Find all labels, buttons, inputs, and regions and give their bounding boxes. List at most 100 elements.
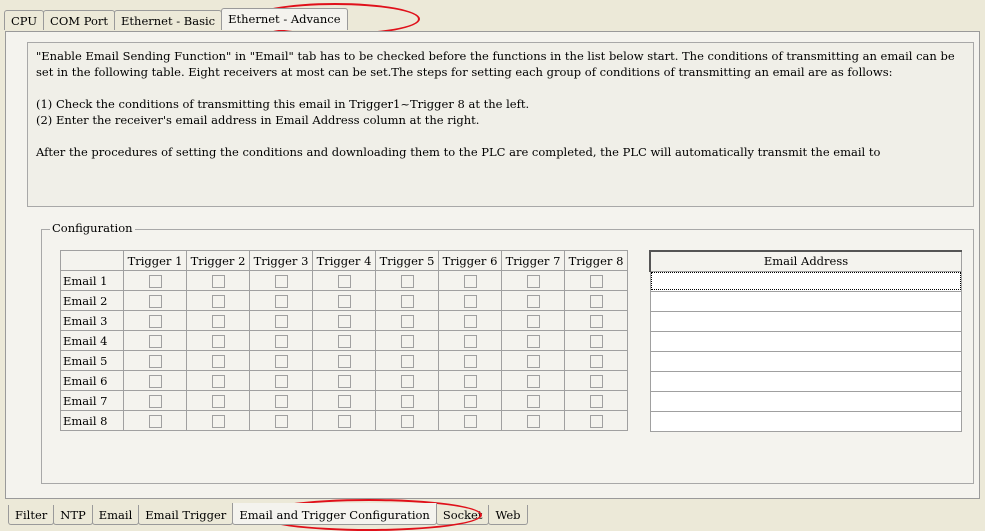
trigger-checkbox[interactable] [589,314,603,328]
trigger-checkbox[interactable] [211,274,225,288]
trigger-checkbox[interactable] [526,414,540,428]
trigger-checkbox[interactable] [211,394,225,408]
trigger-checkbox[interactable] [400,314,414,328]
trigger-checkbox[interactable] [211,294,225,308]
trigger-header: Trigger 2 [186,250,250,271]
trigger-checkbox[interactable] [589,414,603,428]
trigger-checkbox[interactable] [526,394,540,408]
trigger-checkbox[interactable] [274,394,288,408]
trigger-checkbox[interactable] [400,334,414,348]
trigger-checkbox[interactable] [274,314,288,328]
trigger-checkbox[interactable] [400,394,414,408]
trigger-cell [438,270,502,291]
trigger-row: Email 5 [60,350,628,371]
trigger-cell [312,390,376,411]
trigger-header: Trigger 8 [564,250,628,271]
trigger-checkbox[interactable] [337,294,351,308]
trigger-checkbox[interactable] [148,314,162,328]
trigger-checkbox[interactable] [589,374,603,388]
trigger-checkbox[interactable] [526,274,540,288]
trigger-cell [501,370,565,391]
trigger-checkbox[interactable] [337,314,351,328]
trigger-checkbox[interactable] [589,294,603,308]
email-address-field[interactable] [649,390,962,412]
tab-socket[interactable]: Socket [435,505,490,525]
trigger-checkbox[interactable] [148,274,162,288]
trigger-checkbox[interactable] [274,414,288,428]
trigger-cell [564,350,628,371]
trigger-checkbox[interactable] [274,334,288,348]
trigger-checkbox[interactable] [589,274,603,288]
trigger-checkbox[interactable] [211,314,225,328]
trigger-checkbox[interactable] [211,354,225,368]
trigger-checkbox[interactable] [463,414,477,428]
tab-cpu[interactable]: CPU [4,10,45,30]
tab-ntp[interactable]: NTP [53,505,93,525]
tab-com-port[interactable]: COM Port [43,10,116,30]
trigger-checkbox[interactable] [463,314,477,328]
trigger-checkbox[interactable] [337,414,351,428]
trigger-checkbox[interactable] [211,334,225,348]
trigger-checkbox[interactable] [526,374,540,388]
trigger-checkbox[interactable] [148,294,162,308]
tab-email[interactable]: Email [91,505,140,525]
email-address-field[interactable] [649,350,962,372]
email-row-label: Email 5 [60,350,124,371]
trigger-checkbox[interactable] [463,274,477,288]
trigger-cell [123,290,187,311]
email-address-field[interactable] [649,270,962,292]
trigger-cell [438,370,502,391]
email-address-row [649,290,962,312]
trigger-checkbox[interactable] [148,334,162,348]
tab-web[interactable]: Web [488,505,528,525]
tab-ethernet-basic[interactable]: Ethernet - Basic [114,10,223,30]
email-address-field[interactable] [649,370,962,392]
trigger-checkbox[interactable] [337,354,351,368]
trigger-checkbox[interactable] [589,354,603,368]
email-address-field[interactable] [649,410,962,432]
trigger-checkbox[interactable] [400,294,414,308]
trigger-checkbox[interactable] [526,314,540,328]
trigger-checkbox[interactable] [526,294,540,308]
trigger-checkbox[interactable] [526,354,540,368]
trigger-checkbox[interactable] [400,414,414,428]
trigger-cell [564,270,628,291]
tab-email-and-trigger-configuration[interactable]: Email and Trigger Configuration [232,503,437,525]
trigger-checkbox[interactable] [148,354,162,368]
trigger-checkbox[interactable] [400,274,414,288]
trigger-cell [186,330,250,351]
trigger-checkbox[interactable] [148,374,162,388]
trigger-checkbox[interactable] [337,394,351,408]
tab-ethernet-advance[interactable]: Ethernet - Advance [221,8,348,30]
trigger-checkbox[interactable] [589,394,603,408]
email-address-row [649,310,962,332]
trigger-checkbox[interactable] [211,414,225,428]
email-address-field[interactable] [649,310,962,332]
trigger-checkbox[interactable] [274,294,288,308]
tab-filter[interactable]: Filter [8,505,55,525]
trigger-checkbox[interactable] [463,354,477,368]
trigger-checkbox[interactable] [400,354,414,368]
email-address-field[interactable] [649,290,962,312]
trigger-checkbox[interactable] [337,334,351,348]
email-address-field[interactable] [649,330,962,352]
trigger-checkbox[interactable] [400,374,414,388]
trigger-checkbox[interactable] [274,354,288,368]
tab-email-trigger[interactable]: Email Trigger [138,505,234,525]
trigger-checkbox[interactable] [463,294,477,308]
trigger-checkbox[interactable] [274,374,288,388]
trigger-checkbox[interactable] [337,374,351,388]
trigger-checkbox[interactable] [463,374,477,388]
trigger-checkbox[interactable] [589,334,603,348]
trigger-cell [501,410,565,431]
trigger-checkbox[interactable] [148,394,162,408]
trigger-checkbox[interactable] [274,274,288,288]
trigger-checkbox[interactable] [526,334,540,348]
trigger-checkbox[interactable] [211,374,225,388]
trigger-checkbox[interactable] [148,414,162,428]
trigger-checkbox[interactable] [463,394,477,408]
trigger-checkbox[interactable] [337,274,351,288]
trigger-checkbox[interactable] [463,334,477,348]
trigger-cell [123,350,187,371]
trigger-row: Email 1 [60,270,628,291]
